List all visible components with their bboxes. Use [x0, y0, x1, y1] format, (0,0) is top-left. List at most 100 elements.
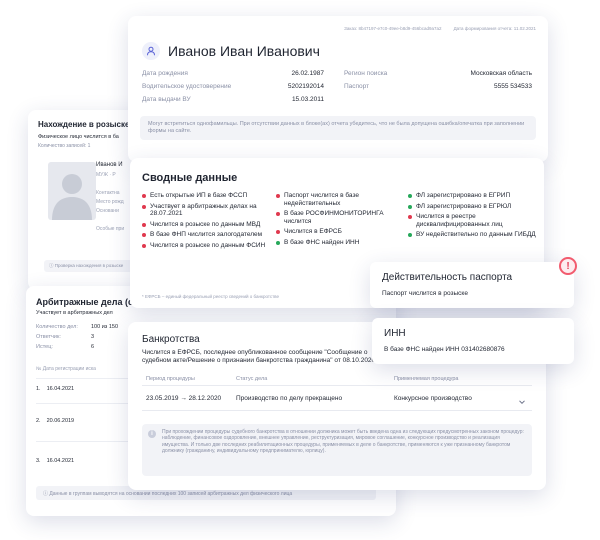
popup-title: ИНН	[384, 328, 406, 339]
summary-item-text: В базе ФНП числится залогодателем	[150, 231, 263, 238]
summary-item-text: Числится в розыске по данным ФСИН	[150, 241, 266, 249]
summary-item-text: ВУ недействительно по данным ГИБДД	[416, 231, 536, 238]
field-value: 15.03.2011	[291, 96, 324, 103]
info-icon: i	[148, 430, 156, 438]
case-row[interactable]: 1. 16.04.2021	[36, 386, 74, 392]
summary-column: Есть открытые ИП в базе ФССП Участвует в…	[142, 192, 270, 252]
field-label: Дата рождения	[142, 70, 188, 77]
bankruptcy-note: i При прохождении процедуры судебного ба…	[142, 424, 532, 476]
field-license-date: Дата выдачи ВУ 15.03.2011	[142, 96, 324, 103]
summary-item[interactable]: Числится в розыске по данным ФСИН	[142, 242, 270, 250]
summary-item-text: ФЛ зарегистрировано в ЕГРИП	[416, 192, 511, 199]
summary-item-text: ФЛ зарегистрировано в ЕГРЮЛ	[416, 202, 512, 210]
status-dot	[408, 204, 412, 209]
arbitration-stats: Количество дел: 100 из 150 Ответчик: 3 Ист…	[36, 324, 118, 354]
case-row[interactable]: 2. 20.06.2019	[36, 418, 74, 424]
status-dot	[142, 233, 146, 237]
bankruptcy-subtitle: Числится в ЕФРСБ, последнее опубликованн…	[142, 349, 376, 364]
field-value: Московская область	[470, 70, 532, 77]
status-dot	[408, 233, 412, 237]
chevron-down-icon[interactable]	[518, 393, 526, 411]
case-date: 16.04.2021	[46, 458, 75, 464]
case-date: 20.06.2019	[46, 418, 75, 424]
stat-label: Ответчик:	[36, 334, 61, 340]
report-date: Дата формирования отчета: 11.02.2021	[453, 26, 536, 31]
field-license: Водительское удостоверение 5202192014	[142, 83, 324, 90]
summary-item[interactable]: ФЛ зарегистрировано в ЕГРИП	[408, 192, 536, 200]
case-row[interactable]: 3. 16.04.2021	[36, 458, 74, 464]
summary-title: Сводные данные	[142, 172, 238, 184]
bankruptcy-note-text: При прохождении процедуры судебного банк…	[162, 429, 524, 455]
status-dot	[276, 212, 280, 216]
stat-label: Количество дел:	[36, 324, 78, 330]
wanted-detail-row	[96, 181, 124, 190]
order-id: Заказ: 8b47197-e7c0-49ee-b8d9-456bcad9a7…	[344, 26, 442, 31]
summary-item[interactable]: Числится в розыске по данным МВД	[142, 221, 270, 229]
wanted-detail-row: Особые при	[96, 226, 125, 232]
summary-item-text: Участвует в арбитражных делах на 28.07.2…	[150, 202, 257, 218]
wanted-detail-row	[96, 217, 124, 226]
status-dot	[276, 240, 280, 245]
summary-item[interactable]: Числится в реестре дисквалифицированных …	[408, 213, 536, 228]
summary-footnote: * ЕФРСБ – единый федеральный реестр свед…	[142, 294, 280, 299]
summary-item-text: Числится в ЕФРСБ	[284, 228, 342, 235]
applied-procedure: Конкурсное производство	[394, 395, 472, 402]
passport-validity-popup[interactable]: Действительность паспорта Паспорт числит…	[370, 262, 574, 308]
summary-item[interactable]: Числится в ЕФРСБ	[276, 228, 396, 236]
bankruptcy-title: Банкротства	[142, 334, 200, 345]
column-header: Статус дела	[236, 376, 268, 382]
arbitration-subtitle: Участвует в арбитражных дел	[36, 310, 113, 316]
case-status: Производство по делу прекращено	[236, 395, 343, 402]
wanted-title: Нахождение в розыске	[38, 120, 130, 129]
alert-icon: !	[559, 257, 577, 275]
field-label: Паспорт	[344, 83, 370, 90]
summary-column: ФЛ зарегистрировано в ЕГРИП ФЛ зарегистр…	[408, 192, 536, 242]
divider	[142, 385, 532, 386]
person-full-name: Иванов Иван Иванович	[168, 43, 320, 59]
wanted-detail-row: Контактна	[96, 190, 120, 196]
field-value: 26.02.1987	[291, 70, 324, 77]
user-silhouette-icon	[52, 174, 92, 220]
summary-item[interactable]: ВУ недействительно по данным ГИБДД	[408, 231, 536, 239]
case-date: 16.04.2021	[46, 386, 75, 392]
arbitration-title: Арбитражные дела (сп	[36, 297, 139, 307]
wanted-detail-row: МУЖ · Р	[96, 172, 116, 178]
wanted-count: Количество записей: 1	[38, 143, 91, 149]
stat-row: Истец: 6	[36, 344, 118, 354]
stat-row: Ответчик: 3	[36, 334, 118, 344]
person-photo-placeholder	[48, 162, 96, 220]
summary-item[interactable]: Есть открытые ИП в базе ФССП	[142, 192, 270, 200]
popup-title: Действительность паспорта	[382, 272, 513, 283]
summary-item-text: Паспорт числится в базе недействительных	[284, 192, 359, 207]
summary-item[interactable]: В базе ФНП числится залогодателем	[142, 231, 270, 239]
stat-value: 3	[91, 334, 95, 340]
cases-column-header: № Дата регистрации иска	[36, 366, 96, 372]
inn-popup[interactable]: ИНН В базе ФНС найден ИНН 031402680876	[372, 318, 574, 364]
summary-item-text: В базе РОСФИНМОНИТОРИНГА числится	[284, 210, 384, 225]
column-header: Период процедуры	[146, 376, 195, 382]
wanted-details: МУЖ · Р Контактна Место рожд Основани Ос…	[96, 172, 124, 235]
popup-text: В базе ФНС найден ИНН 031402680876	[384, 346, 505, 353]
report-meta: Заказ: 8b47197-e7c0-49ee-b8d9-456bcad9a7…	[344, 26, 536, 31]
summary-item[interactable]: Участвует в арбитражных делах на 28.07.2…	[142, 203, 270, 218]
status-dot	[142, 194, 146, 198]
status-dot	[142, 222, 146, 227]
status-dot	[408, 194, 412, 198]
summary-item[interactable]: В базе РОСФИНМОНИТОРИНГА числится	[276, 210, 396, 225]
summary-item[interactable]: Паспорт числится в базе недействительных	[276, 192, 396, 207]
status-dot	[276, 230, 280, 234]
summary-item[interactable]: В базе ФНС найден ИНН	[276, 239, 396, 247]
person-card: Заказ: 8b47197-e7c0-49ee-b8d9-456bcad9a7…	[128, 16, 548, 162]
wanted-detail-row: Основани	[96, 208, 119, 214]
wanted-footer-text: Проверка нахождения в розыске	[54, 263, 124, 268]
column-header: Применяемая процедура	[394, 376, 459, 382]
summary-item-text: Числится в розыске по данным МВД	[150, 220, 261, 228]
status-dot	[276, 194, 280, 198]
field-search-region: Регион поиска Московская область	[344, 70, 532, 77]
field-value: 5202192014	[287, 83, 324, 90]
summary-item[interactable]: ФЛ зарегистрировано в ЕГРЮЛ	[408, 203, 536, 211]
wanted-detail-row: Место рожд	[96, 199, 124, 205]
divider	[142, 410, 532, 411]
field-label: Дата выдачи ВУ	[142, 96, 191, 103]
summary-item-text: Есть открытые ИП в базе ФССП	[150, 192, 248, 199]
